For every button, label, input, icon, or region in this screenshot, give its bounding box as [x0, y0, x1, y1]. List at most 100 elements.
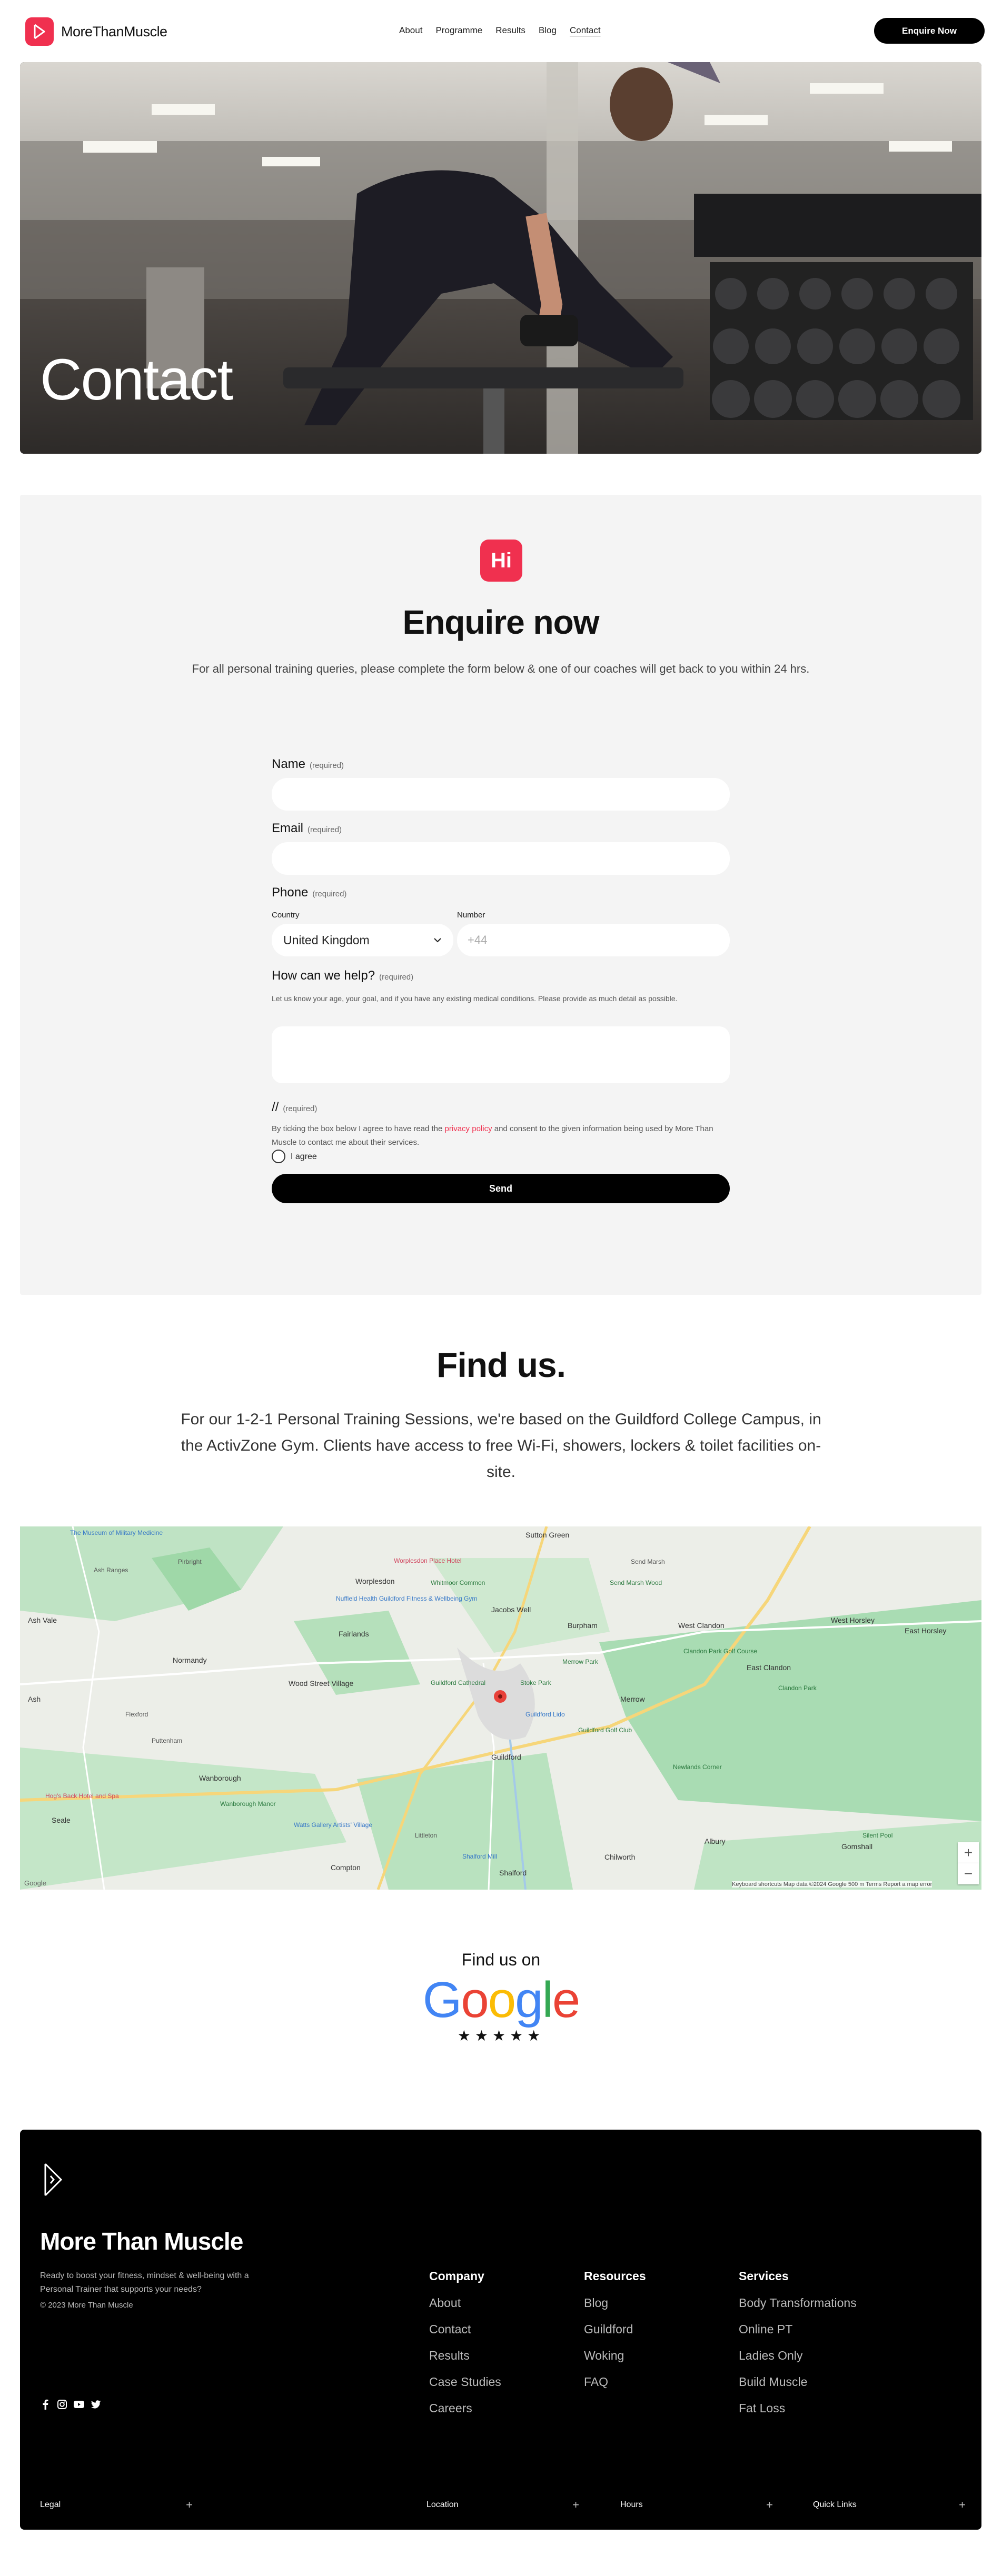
poi-clandon-park[interactable]: Clandon Park	[778, 1684, 817, 1692]
map-label-burpham: Burpham	[568, 1621, 598, 1630]
poi-newlands-corner[interactable]: Newlands Corner	[673, 1763, 722, 1771]
poi-silent-pool[interactable]: Silent Pool	[862, 1832, 892, 1839]
twitter-icon[interactable]	[91, 2399, 101, 2410]
map-label-gomshall: Gomshall	[841, 1842, 873, 1851]
help-hint: Let us know your age, your goal, and if …	[272, 994, 678, 1003]
enquire-title: Enquire now	[402, 603, 600, 641]
poi-hogs-back-hotel[interactable]: Hog's Back Hotel and Spa	[45, 1792, 119, 1800]
plus-icon: +	[959, 2498, 966, 2511]
map-label-wanborough: Wanborough	[199, 1774, 241, 1782]
footer-link-careers[interactable]: Careers	[429, 2401, 501, 2415]
map-label-ash-vale: Ash Vale	[28, 1616, 57, 1624]
footer-link-guildford[interactable]: Guildford	[584, 2322, 646, 2337]
plus-icon: +	[766, 2498, 773, 2511]
footer-link-blog[interactable]: Blog	[584, 2296, 646, 2310]
poi-send-marsh-wood[interactable]: Send Marsh Wood	[610, 1579, 662, 1586]
hi-badge: Hi	[480, 540, 522, 582]
agree-checkbox[interactable]	[272, 1150, 285, 1163]
enquire-subtitle: For all personal training queries, pleas…	[192, 662, 810, 675]
chevron-down-icon	[434, 938, 441, 943]
send-button[interactable]: Send	[272, 1174, 730, 1203]
nav-results[interactable]: Results	[495, 25, 525, 36]
footer-link-build-muscle[interactable]: Build Muscle	[739, 2375, 857, 2389]
enquire-section: Hi Enquire now For all personal training…	[20, 495, 981, 1295]
map-label-merrow: Merrow	[620, 1695, 645, 1703]
map-label-wood-street: Wood Street Village	[289, 1679, 354, 1688]
google-map-logo: Google	[24, 1879, 46, 1887]
embedded-map[interactable]: Worplesdon Jacobs Well Guildford Merrow …	[20, 1526, 981, 1890]
map-label-fairlands: Fairlands	[339, 1630, 369, 1638]
hero-banner: Contact	[20, 62, 981, 454]
find-us-on-label: Find us on	[461, 1950, 541, 1969]
footer-link-woking[interactable]: Woking	[584, 2349, 646, 2363]
nav-contact[interactable]: Contact	[570, 25, 601, 36]
poi-worplesdon-place-hotel[interactable]: Worplesdon Place Hotel	[394, 1557, 462, 1564]
footer-link-body-transformations[interactable]: Body Transformations	[739, 2296, 857, 2310]
help-textarea[interactable]	[272, 1026, 730, 1083]
map-label-ash: Ash	[28, 1695, 41, 1703]
poi-guildford-cathedral[interactable]: Guildford Cathedral	[431, 1679, 485, 1686]
map-label-east-clandon: East Clandon	[747, 1663, 791, 1672]
footer-link-case-studies[interactable]: Case Studies	[429, 2375, 501, 2389]
footer-link-online-pt[interactable]: Online PT	[739, 2322, 857, 2337]
privacy-policy-link[interactable]: privacy policy	[445, 1124, 492, 1133]
plus-icon: +	[186, 2498, 193, 2511]
footer-brand: More Than Muscle	[40, 2228, 243, 2255]
map-label-chilworth: Chilworth	[604, 1853, 636, 1861]
map-label-shalford: Shalford	[499, 1869, 527, 1877]
poi-merrow-park[interactable]: Merrow Park	[562, 1658, 598, 1665]
phone-number-input[interactable]: +44	[457, 924, 730, 956]
map-label-albury: Albury	[705, 1837, 726, 1845]
poi-nuffield-gym[interactable]: Nuffield Health Guildford Fitness & Well…	[336, 1595, 477, 1602]
map-label-worplesdon: Worplesdon	[355, 1577, 395, 1585]
map-zoom-in-button[interactable]: +	[958, 1842, 979, 1863]
site-header: MoreThanMuscle About Programme Results B…	[0, 0, 1002, 62]
email-label: Email (required)	[272, 821, 342, 835]
footer-col-title: Services	[739, 2269, 789, 2283]
map-attribution[interactable]: Keyboard shortcuts Map data ©2024 Google…	[732, 1881, 932, 1888]
instagram-icon[interactable]	[57, 2399, 67, 2410]
nav-programme[interactable]: Programme	[435, 25, 482, 36]
map-canvas	[20, 1526, 981, 1890]
help-label: How can we help? (required)	[272, 969, 414, 983]
footer-col-title: Company	[429, 2269, 484, 2283]
poi-shalford-mill[interactable]: Shalford Mill	[462, 1853, 497, 1860]
enquire-now-button[interactable]: Enquire Now	[874, 18, 985, 44]
facebook-icon[interactable]	[40, 2399, 51, 2410]
footer-accordion-hours[interactable]: Hours +	[620, 2498, 773, 2512]
footer-link-faq[interactable]: FAQ	[584, 2375, 646, 2389]
google-logo[interactable]: Google	[0, 1971, 1002, 2029]
name-input[interactable]	[272, 778, 730, 811]
poi-guildford-golf[interactable]: Guildford Golf Club	[578, 1726, 632, 1734]
consent-text: By ticking the box below I agree to have…	[272, 1124, 713, 1147]
footer-link-about[interactable]: About	[429, 2296, 501, 2310]
name-label: Name (required)	[272, 757, 344, 771]
main-nav: About Programme Results Blog Contact	[399, 25, 601, 36]
map-label-ash-ranges: Ash Ranges	[94, 1566, 128, 1574]
site-footer: More Than Muscle Ready to boost your fit…	[20, 2130, 981, 2530]
poi-stoke-park[interactable]: Stoke Park	[520, 1679, 551, 1686]
youtube-icon[interactable]	[74, 2399, 84, 2410]
footer-link-contact[interactable]: Contact	[429, 2322, 501, 2337]
poi-wanborough-manor[interactable]: Wanborough Manor	[220, 1800, 276, 1808]
country-select[interactable]: United Kingdom	[272, 924, 453, 956]
country-label: Country	[272, 911, 300, 920]
poi-watts-gallery[interactable]: Watts Gallery Artists' Village	[294, 1821, 372, 1829]
brand-name: MoreThanMuscle	[61, 23, 167, 39]
footer-accordion-legal[interactable]: Legal +	[40, 2498, 193, 2512]
poi-whitmoor-common[interactable]: Whitmoor Common	[431, 1579, 485, 1586]
poi-guildford-lido[interactable]: Guildford Lido	[525, 1711, 565, 1718]
email-input[interactable]	[272, 842, 730, 875]
footer-link-ladies-only[interactable]: Ladies Only	[739, 2349, 857, 2363]
nav-blog[interactable]: Blog	[539, 25, 557, 36]
footer-accordion-quick-links[interactable]: Quick Links +	[813, 2498, 966, 2512]
map-zoom-out-button[interactable]: −	[958, 1863, 979, 1884]
logo[interactable]: MoreThanMuscle	[25, 17, 167, 46]
poi-military-museum[interactable]: The Museum of Military Medicine	[70, 1529, 163, 1536]
footer-link-results[interactable]: Results	[429, 2349, 501, 2363]
footer-accordion-location[interactable]: Location +	[426, 2498, 579, 2512]
footer-link-fat-loss[interactable]: Fat Loss	[739, 2401, 857, 2415]
poi-clandon-golf[interactable]: Clandon Park Golf Course	[683, 1648, 757, 1655]
rating-stars: ★★★★★	[457, 2028, 545, 2044]
nav-about[interactable]: About	[399, 25, 422, 36]
